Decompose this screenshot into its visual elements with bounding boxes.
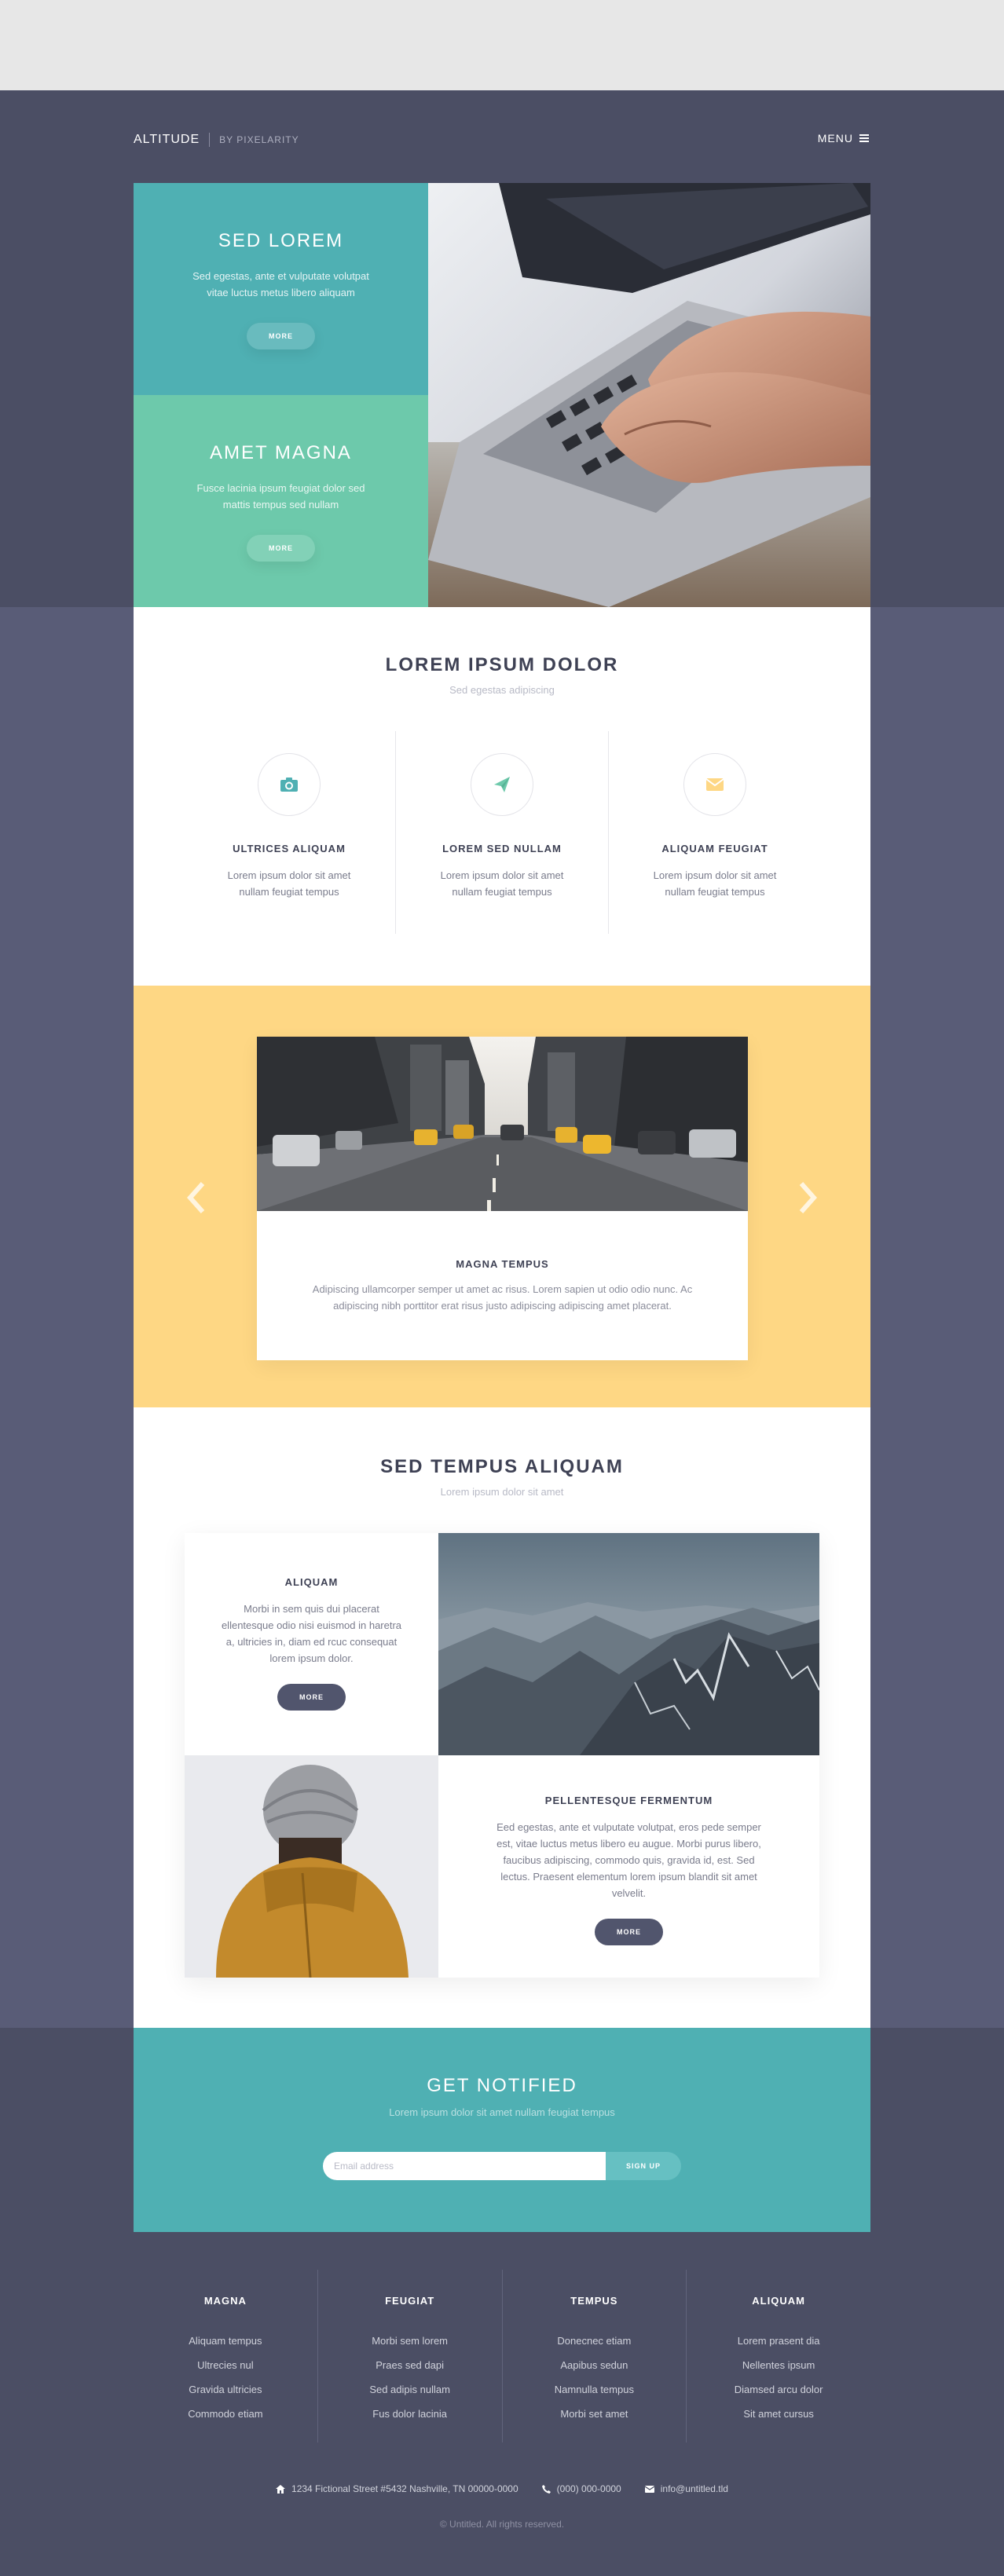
camera-icon [258, 753, 321, 816]
feature-text: Lorem ipsum dolor sit amet nullam feugia… [653, 869, 777, 898]
footer-link[interactable]: Morbi set amet [503, 2402, 687, 2426]
footer-link[interactable]: Aapibus sedun [503, 2353, 687, 2377]
contact-phone: (000) 000-0000 [541, 2483, 621, 2494]
feature-title: LOREM SED NULLAM [442, 843, 562, 854]
slide-title: MAGNA TEMPUS [456, 1258, 549, 1270]
signup-form: SIGN UP [323, 2152, 681, 2180]
footer-column-title: TEMPUS [570, 2295, 618, 2307]
brand-separator [209, 133, 211, 147]
features-section: LOREM IPSUM DOLOR Sed egestas adipiscing… [134, 607, 870, 986]
paper-plane-icon [471, 753, 533, 816]
brand-name[interactable]: ALTITUDE [134, 133, 200, 147]
footer-link[interactable]: Namnulla tempus [503, 2377, 687, 2402]
home-icon [276, 2484, 286, 2494]
hero-panel-2: AMET MAGNA Fusce lacinia ipsum feugiat d… [134, 395, 428, 607]
spotlight-more-button[interactable]: MORE [277, 1684, 346, 1711]
footer-link[interactable]: Fus dolor lacinia [318, 2402, 502, 2426]
menu-label: MENU [817, 132, 853, 145]
spotlight-text-1: ALIQUAM Morbi in sem quis dui placerat e… [185, 1533, 438, 1755]
notify-section: GET NOTIFIED Lorem ipsum dolor sit amet … [134, 2028, 870, 2232]
footer-link[interactable]: Morbi sem lorem [318, 2329, 502, 2353]
feature-title: ALIQUAM FEUGIAT [661, 843, 768, 854]
section-subtitle: Lorem ipsum dolor sit amet [440, 1486, 564, 1498]
envelope-icon [683, 753, 746, 816]
footer-link[interactable]: Commodo etiam [134, 2402, 317, 2426]
footer-column-title: MAGNA [203, 2295, 247, 2307]
phone-icon [541, 2484, 551, 2494]
feature-list: ULTRICES ALIQUAM Lorem ipsum dolor sit a… [134, 731, 870, 934]
person-in-beanie-photo [185, 1755, 438, 1978]
footer-column: MAGNA Aliquam tempus Ultrecies nul Gravi… [134, 2270, 317, 2442]
notify-title: GET NOTIFIED [427, 2075, 577, 2096]
feature-text: Lorem ipsum dolor sit amet nullam feugia… [227, 869, 351, 898]
brand-logo[interactable]: ALTITUDE BY PIXELARITY [134, 133, 299, 147]
hero-panel-text: Fusce lacinia ipsum feugiat dolor sed ma… [196, 482, 365, 510]
spotlight-title: ALIQUAM [284, 1576, 339, 1588]
hero-panel-text: Sed egestas, ante et vulputate volutpat … [192, 270, 369, 298]
spotlight-more-button[interactable]: MORE [595, 1919, 663, 1945]
feature-item: LOREM SED NULLAM Lorem ipsum dolor sit a… [396, 731, 608, 934]
footer-column-title: ALIQUAM [752, 2295, 805, 2307]
spotlight-title: PELLENTESQUE FERMENTUM [544, 1795, 713, 1806]
footer-link[interactable]: Praes sed dapi [318, 2353, 502, 2377]
footer-link[interactable]: Nellentes ipsum [687, 2353, 870, 2377]
footer-link[interactable]: Sit amet cursus [687, 2402, 870, 2426]
hamburger-icon [859, 134, 869, 142]
section-subtitle: Sed egestas adipiscing [449, 684, 555, 696]
feature-item: ULTRICES ALIQUAM Lorem ipsum dolor sit a… [183, 731, 395, 934]
footer-link[interactable]: Aliquam tempus [134, 2329, 317, 2353]
notify-subtitle: Lorem ipsum dolor sit amet nullam feugia… [389, 2106, 615, 2118]
footer-column: FEUGIAT Morbi sem lorem Praes sed dapi S… [318, 2270, 502, 2442]
footer-column: TEMPUS Donecnec etiam Aapibus sedun Namn… [503, 2270, 687, 2442]
phone-text[interactable]: (000) 000-0000 [557, 2483, 621, 2494]
feature-text: Lorem ipsum dolor sit amet nullam feugia… [440, 869, 564, 898]
carousel-slide: MAGNA TEMPUS Adipiscing ullamcorper semp… [257, 1037, 748, 1360]
spotlights-section: SED TEMPUS ALIQUAM Lorem ipsum dolor sit… [134, 1407, 870, 2028]
footer-column-title: FEUGIAT [385, 2295, 435, 2307]
sign-up-button[interactable]: SIGN UP [606, 2152, 681, 2180]
contact-address: 1234 Fictional Street #5432 Nashville, T… [276, 2483, 518, 2494]
copyright: © Untitled. All rights reserved. [439, 2519, 565, 2530]
hero-more-button[interactable]: MORE [247, 323, 315, 349]
feature-item: ALIQUAM FEUGIAT Lorem ipsum dolor sit am… [609, 731, 821, 934]
footer-column: ALIQUAM Lorem prasent dia Nellentes ipsu… [687, 2270, 870, 2442]
section-title: LOREM IPSUM DOLOR [385, 654, 619, 675]
email-field[interactable] [323, 2152, 606, 2180]
footer-link[interactable]: Donecnec etiam [503, 2329, 687, 2353]
spotlight-text: Morbi in sem quis dui placerat ellentesq… [221, 1603, 402, 1664]
envelope-icon [644, 2485, 654, 2493]
spotlight-text-2: PELLENTESQUE FERMENTUM Eed egestas, ante… [438, 1755, 819, 1978]
browser-top-strip [0, 0, 1004, 90]
feature-title: ULTRICES ALIQUAM [233, 843, 346, 854]
slide-text: Adipiscing ullamcorper semper ut amet ac… [312, 1283, 693, 1312]
footer-columns: MAGNA Aliquam tempus Ultrecies nul Gravi… [134, 2270, 870, 2442]
chevron-left-icon[interactable] [182, 1174, 211, 1221]
footer-link[interactable]: Sed adipis nullam [318, 2377, 502, 2402]
hero-more-button[interactable]: MORE [247, 535, 315, 562]
spotlight-grid: ALIQUAM Morbi in sem quis dui placerat e… [185, 1533, 819, 1978]
contact-info: 1234 Fictional Street #5432 Nashville, T… [0, 2483, 1004, 2494]
hero-panel-title: AMET MAGNA [210, 442, 352, 463]
carousel-section: MAGNA TEMPUS Adipiscing ullamcorper semp… [134, 986, 870, 1407]
hero-panel-1: SED LOREM Sed egestas, ante et vulputate… [134, 183, 428, 395]
brand-byline: BY PIXELARITY [219, 134, 299, 145]
chevron-right-icon[interactable] [793, 1174, 822, 1221]
hero-panel-title: SED LOREM [218, 230, 344, 251]
footer-link[interactable]: Lorem prasent dia [687, 2329, 870, 2353]
footer-link[interactable]: Ultrecies nul [134, 2353, 317, 2377]
footer-link[interactable]: Diamsed arcu dolor [687, 2377, 870, 2402]
email-text[interactable]: info@untitled.tld [661, 2483, 728, 2494]
laptop-typing-photo [428, 183, 870, 607]
footer-link[interactable]: Gravida ultricies [134, 2377, 317, 2402]
address-text: 1234 Fictional Street #5432 Nashville, T… [291, 2483, 518, 2494]
mountains-photo [438, 1533, 819, 1755]
section-title: SED TEMPUS ALIQUAM [380, 1456, 624, 1477]
contact-email: info@untitled.tld [644, 2483, 728, 2494]
spotlight-text: Eed egestas, ante et vulputate volutpat,… [497, 1821, 761, 1899]
city-street-photo [257, 1037, 748, 1211]
menu-button[interactable]: MENU [818, 132, 869, 145]
